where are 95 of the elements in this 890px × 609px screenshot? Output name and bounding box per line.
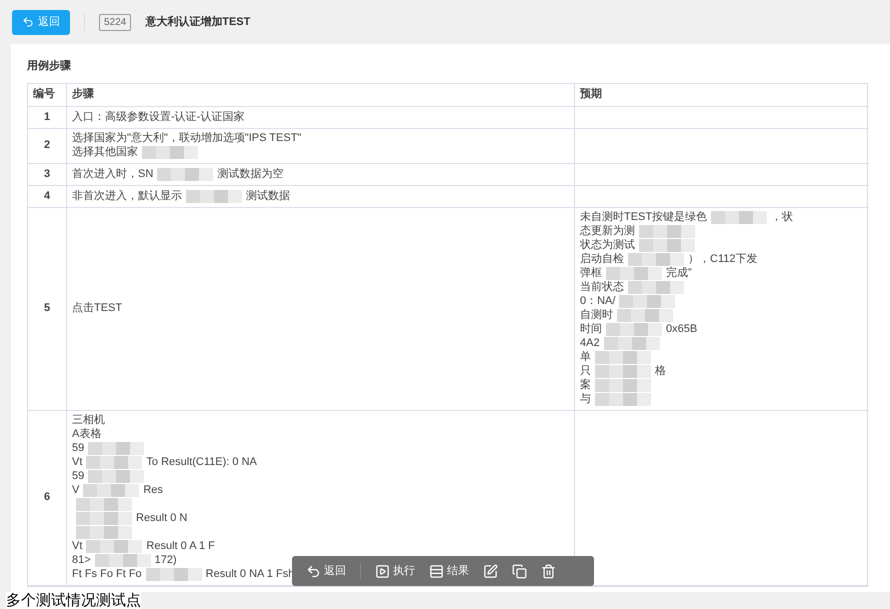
cell-text: 非首次进入，默认显示 — [72, 188, 182, 204]
trash-icon — [541, 564, 556, 578]
edit-icon — [483, 564, 498, 578]
cell-text: 状态为测试 — [580, 238, 635, 252]
cell-text: 三相机 — [72, 413, 105, 428]
toolbar-button[interactable]: 结果 — [429, 562, 469, 580]
copy-icon — [512, 564, 527, 578]
toolbar-button[interactable]: 返回 — [306, 562, 346, 580]
redaction-drawing — [595, 393, 651, 406]
cell-text: 时间 — [580, 322, 602, 338]
cell-text: 自测时 — [580, 308, 613, 323]
redaction-drawing — [595, 351, 651, 364]
redaction-drawing — [157, 168, 214, 180]
redaction-drawing — [606, 267, 662, 280]
redaction-drawing — [604, 337, 660, 350]
row-number: 5 — [44, 301, 50, 316]
redaction-drawing — [711, 211, 768, 224]
undo-icon — [306, 564, 321, 578]
redaction-drawing — [617, 309, 673, 322]
redaction-drawing — [186, 190, 242, 202]
cell-text: To Result(C11E): 0 NA — [146, 455, 257, 470]
redaction-drawing — [86, 540, 142, 553]
column-header: 预期 — [574, 84, 869, 106]
row-number: 4 — [44, 188, 50, 204]
redaction-drawing — [88, 470, 144, 483]
undo-icon — [22, 16, 34, 28]
redaction-drawing — [628, 253, 684, 266]
cell-text: 选择国家为"意大利"，联动增加选项"IPS TEST" — [72, 130, 302, 146]
cell-text: 0：NA/ — [580, 294, 616, 309]
redaction-drawing — [83, 484, 140, 497]
cell-text: 启动自检 — [580, 252, 624, 267]
row-number: 6 — [44, 490, 50, 506]
cell-text: 172) — [154, 553, 177, 568]
cell-text: 测试数据 — [246, 188, 290, 204]
toolbar-button[interactable] — [483, 564, 498, 578]
cell-text: 测试数据为空 — [217, 166, 284, 182]
column-header: 编号 — [28, 84, 66, 106]
toolbar-button[interactable] — [512, 564, 527, 578]
row-number: 2 — [44, 138, 50, 154]
cell-text: 81> — [72, 553, 91, 568]
row-number: 1 — [44, 110, 50, 125]
cell-text: 态更新为测 — [580, 224, 635, 238]
cell-text: 点击TEST — [72, 300, 122, 316]
redaction-drawing — [76, 526, 132, 539]
redaction-drawing — [606, 323, 662, 336]
cell-text: 入口：高级参数设置-认证-认证国家 — [72, 110, 244, 125]
row-number: 3 — [44, 166, 50, 182]
redaction-drawing — [94, 554, 151, 567]
cell-text: 格 — [655, 364, 666, 380]
cell-text: 弹框 — [580, 266, 602, 281]
cell-text: 只 — [580, 364, 591, 378]
cell-text: A表格 — [72, 427, 102, 442]
redaction-drawing — [639, 225, 695, 238]
redaction-drawing — [146, 568, 202, 581]
cell-text: 未自测时TEST按键是绿色 — [580, 210, 708, 224]
case-title: 意大利认证增加TEST — [145, 14, 250, 30]
redaction-drawing — [86, 456, 142, 469]
redaction-drawing — [639, 239, 695, 252]
cell-text: Result 0 A 1 F — [146, 539, 215, 554]
play-icon — [375, 564, 390, 578]
cell-text: Result 0 N — [136, 511, 188, 526]
redaction-drawing — [628, 281, 684, 294]
cell-text: 0x65B — [666, 322, 698, 338]
cell-text: 59 — [72, 469, 84, 484]
cell-text: ），C112下发 — [688, 252, 758, 268]
cell-text: 59 — [72, 441, 84, 456]
cell-text: Vt — [72, 539, 82, 554]
redaction-drawing — [619, 295, 676, 308]
cell-text: 4A2 — [580, 336, 600, 351]
cell-text: 单 — [580, 350, 591, 365]
cell-text: 案 — [580, 378, 591, 393]
cell-text: 与 — [580, 392, 591, 408]
cell-text: ，状 — [771, 210, 794, 226]
cell-text: 选择其他国家 — [72, 144, 138, 160]
cell-text: 首次进入时，SN — [72, 166, 154, 182]
cell-text: Vt — [72, 455, 82, 470]
toolbar-button[interactable] — [541, 564, 556, 578]
redaction-drawing — [142, 146, 198, 159]
redaction-drawing — [76, 512, 132, 525]
case-id: 5224 — [99, 14, 132, 30]
footer-text: 多个测试情况测试点 — [6, 592, 141, 609]
section-title: 用例步骤 — [27, 58, 72, 74]
list-icon — [429, 564, 444, 578]
cell-text: 完成” — [666, 266, 692, 282]
toolbar-button[interactable]: 执行 — [375, 562, 415, 580]
back-button[interactable]: 返回 — [12, 10, 70, 34]
column-header: 步骤 — [66, 84, 574, 106]
cell-text: V — [72, 483, 80, 498]
redaction-drawing — [595, 379, 651, 392]
cell-text: Ft Fs Fo Ft Fo — [72, 567, 142, 582]
redaction-drawing — [595, 365, 651, 378]
cell-text: 当前状态 — [580, 280, 624, 296]
redaction-drawing — [76, 498, 132, 511]
cell-text: Res — [143, 483, 163, 498]
redaction-drawing — [88, 442, 144, 455]
